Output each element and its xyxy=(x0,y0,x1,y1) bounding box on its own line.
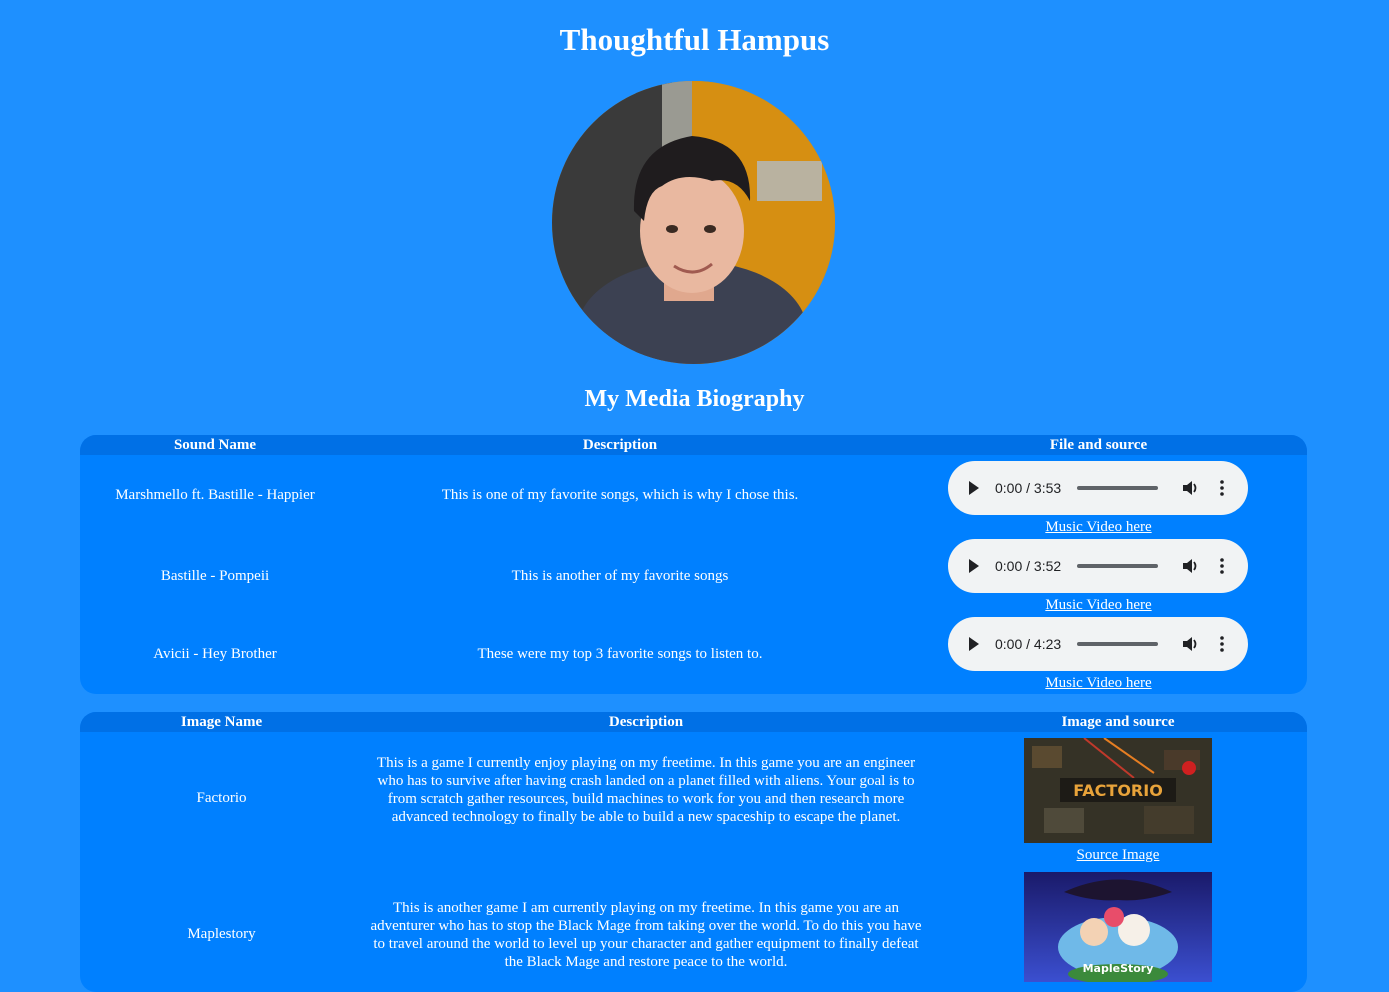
play-icon[interactable] xyxy=(969,481,979,495)
more-vertical-icon[interactable] xyxy=(1220,557,1224,575)
maplestory-image: MapleStory xyxy=(1024,872,1212,982)
play-icon[interactable] xyxy=(969,559,979,573)
avatar-photo xyxy=(552,81,835,364)
audio-time: 0:00 / 3:53 xyxy=(995,480,1062,496)
avatar xyxy=(552,81,835,364)
table-row: Marshmello ft. Bastille - Happier This i… xyxy=(80,455,1307,535)
sound-description: This is one of my favorite songs, which … xyxy=(441,487,799,503)
column-header-image-source: Image and source xyxy=(1061,714,1175,730)
audio-player[interactable]: 0:00 / 4:23 xyxy=(948,617,1248,671)
sound-name: Marshmello ft. Bastille - Happier xyxy=(115,487,315,503)
volume-icon[interactable] xyxy=(1181,479,1199,497)
more-vertical-icon[interactable] xyxy=(1220,635,1224,653)
seek-slider[interactable] xyxy=(1077,486,1158,490)
seek-slider[interactable] xyxy=(1077,642,1158,646)
sound-name: Bastille - Pompeii xyxy=(160,568,270,584)
seek-slider[interactable] xyxy=(1077,564,1158,568)
table-row: Factorio This is a game I currently enjo… xyxy=(80,732,1307,866)
music-video-link[interactable]: Music Video here xyxy=(890,597,1307,614)
table-row: Maplestory This is another game I am cur… xyxy=(80,866,1307,992)
page-title: Thoughtful Hampus xyxy=(559,22,830,57)
sound-description: These were my top 3 favorite songs to li… xyxy=(477,646,763,662)
factorio-image: FACTORIO xyxy=(1024,738,1212,843)
sound-description: This is another of my favorite songs xyxy=(511,568,729,584)
factorio-logo-text: FACTORIO xyxy=(1073,781,1163,800)
column-header-sound-name: Sound Name xyxy=(173,437,257,453)
volume-icon[interactable] xyxy=(1181,635,1199,653)
more-vertical-icon[interactable] xyxy=(1220,479,1224,497)
column-header-description: Description xyxy=(608,714,684,730)
audio-player[interactable]: 0:00 / 3:52 xyxy=(948,539,1248,593)
music-video-link[interactable]: Music Video here xyxy=(890,675,1307,692)
audio-time: 0:00 / 4:23 xyxy=(995,636,1062,652)
sound-name: Avicii - Hey Brother xyxy=(153,646,277,662)
volume-icon[interactable] xyxy=(1181,557,1199,575)
column-header-file-source: File and source xyxy=(1049,437,1148,453)
section-title: My Media Biography xyxy=(584,386,805,412)
image-description: This is another game I am currently play… xyxy=(370,900,922,970)
images-table: Image Name Description Image and source … xyxy=(80,712,1307,992)
audio-time: 0:00 / 3:52 xyxy=(995,558,1062,574)
sounds-table: Sound Name Description File and source M… xyxy=(80,435,1307,694)
image-description: This is a game I currently enjoy playing… xyxy=(376,755,916,825)
column-header-description: Description xyxy=(582,437,658,453)
table-header-row: Image Name Description Image and source xyxy=(80,712,1307,732)
table-row: Avicii - Hey Brother These were my top 3… xyxy=(80,613,1307,694)
column-header-image-name: Image Name xyxy=(180,714,263,730)
image-name: Factorio xyxy=(196,790,247,806)
maplestory-logo-text: MapleStory xyxy=(1083,962,1154,975)
source-image-link[interactable]: Source Image xyxy=(929,847,1307,864)
audio-player[interactable]: 0:00 / 3:53 xyxy=(948,461,1248,515)
table-row: Bastille - Pompeii This is another of my… xyxy=(80,535,1307,613)
play-icon[interactable] xyxy=(969,637,979,651)
image-name: Maplestory xyxy=(187,926,256,942)
table-header-row: Sound Name Description File and source xyxy=(80,435,1307,455)
music-video-link[interactable]: Music Video here xyxy=(890,519,1307,536)
